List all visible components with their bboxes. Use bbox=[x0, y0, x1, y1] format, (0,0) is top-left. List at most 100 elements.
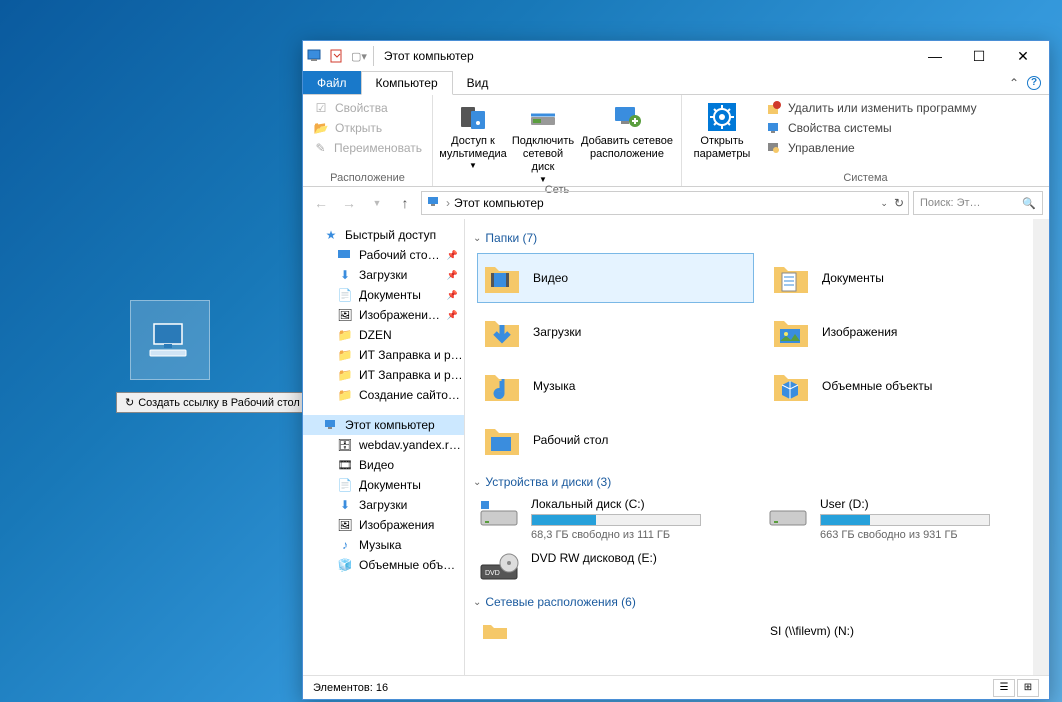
nav-this-pc[interactable]: Этот компьютер bbox=[303, 415, 464, 435]
refresh-icon[interactable]: ↻ bbox=[894, 196, 904, 210]
map-drive-icon bbox=[527, 101, 559, 133]
nav-pictures2[interactable]: 🖼Изображения bbox=[303, 515, 464, 535]
tab-view[interactable]: Вид bbox=[453, 71, 503, 94]
vertical-scrollbar[interactable] bbox=[1033, 219, 1049, 675]
properties-icon: ☑ bbox=[313, 100, 329, 116]
this-pc-icon bbox=[130, 300, 210, 380]
app-icon bbox=[307, 48, 323, 64]
nav-pictures[interactable]: 🖼Изображени…📌 bbox=[303, 305, 464, 325]
drive-dvd-label: DVD RW дисковод (E:) bbox=[531, 551, 754, 565]
open-button[interactable]: 📂Открыть bbox=[311, 119, 424, 137]
folder-downloads[interactable]: Загрузки bbox=[477, 307, 754, 357]
media-icon bbox=[457, 101, 489, 133]
hdd-icon bbox=[477, 497, 521, 531]
nav-video[interactable]: 🎞Видео bbox=[303, 455, 464, 475]
nav-it2[interactable]: 📁ИТ Заправка и р… bbox=[303, 365, 464, 385]
nav-3d[interactable]: 🧊Объемные объ… bbox=[303, 555, 464, 575]
navigation-pane: ★Быстрый доступ Рабочий сто…📌 ⬇Загрузки📌… bbox=[303, 219, 465, 675]
objects3d-folder-icon bbox=[770, 365, 812, 407]
media-access-button[interactable]: Доступ кмультимедиа▼ bbox=[441, 99, 505, 184]
folder-documents[interactable]: Документы bbox=[766, 253, 1043, 303]
nav-quick-access[interactable]: ★Быстрый доступ bbox=[303, 225, 464, 245]
recent-dropdown[interactable]: ▼ bbox=[365, 191, 389, 215]
ribbon-tabs: Файл Компьютер Вид ⌃ ? bbox=[303, 71, 1049, 95]
folder-icon: 📁 bbox=[337, 367, 353, 383]
chevron-down-icon: ⌄ bbox=[473, 597, 481, 608]
sysprops-button[interactable]: Свойства системы bbox=[764, 119, 979, 137]
properties-button[interactable]: ☑Свойства bbox=[311, 99, 424, 117]
folder-icon: 📁 bbox=[337, 347, 353, 363]
ribbon: ☑Свойства 📂Открыть ✎Переименовать Распол… bbox=[303, 95, 1049, 187]
window-title: Этот компьютер bbox=[384, 49, 474, 63]
search-icon: 🔍 bbox=[1022, 197, 1036, 210]
folder-icon: 📁 bbox=[337, 327, 353, 343]
help-icon[interactable]: ? bbox=[1027, 76, 1041, 90]
video-icon: 🎞 bbox=[337, 457, 353, 473]
pictures-icon: 🖼 bbox=[337, 517, 353, 533]
rename-button[interactable]: ✎Переименовать bbox=[311, 139, 424, 157]
rename-icon: ✎ bbox=[313, 140, 328, 156]
nav-downloads[interactable]: ⬇Загрузки📌 bbox=[303, 265, 464, 285]
folder-3d[interactable]: Объемные объекты bbox=[766, 361, 1043, 411]
nav-sites[interactable]: 📁Создание сайто… bbox=[303, 385, 464, 405]
group-netloc[interactable]: ⌄Сетевые расположения (6) bbox=[473, 595, 1043, 609]
pictures-icon: 🖼 bbox=[337, 307, 353, 323]
group-drives[interactable]: ⌄Устройства и диски (3) bbox=[473, 475, 1043, 489]
folder-pictures[interactable]: Изображения bbox=[766, 307, 1043, 357]
up-button[interactable]: ↑ bbox=[393, 191, 417, 215]
downloads-icon: ⬇ bbox=[337, 267, 353, 283]
folder-desktop[interactable]: Рабочий стол bbox=[477, 415, 754, 465]
drive-c[interactable]: Локальный диск (C:)68,3 ГБ свободно из 1… bbox=[477, 497, 754, 541]
sysprops-icon bbox=[766, 120, 782, 136]
nav-dzen[interactable]: 📁DZEN bbox=[303, 325, 464, 345]
settings-icon bbox=[706, 101, 738, 133]
back-button[interactable]: ← bbox=[309, 191, 333, 215]
open-settings-button[interactable]: Открытьпараметры bbox=[690, 99, 754, 161]
nav-desktop[interactable]: Рабочий сто…📌 bbox=[303, 245, 464, 265]
nav-documents2[interactable]: 📄Документы bbox=[303, 475, 464, 495]
uninstall-button[interactable]: Удалить или изменить программу bbox=[764, 99, 979, 117]
maximize-button[interactable]: ☐ bbox=[957, 41, 1001, 71]
drag-tooltip: ↻ Создать ссылку в Рабочий стол bbox=[116, 392, 309, 413]
folder-music[interactable]: Музыка bbox=[477, 361, 754, 411]
minimize-button[interactable]: — bbox=[913, 41, 957, 71]
forward-button[interactable]: → bbox=[337, 191, 361, 215]
pin-icon: 📌 bbox=[447, 250, 458, 261]
nav-downloads2[interactable]: ⬇Загрузки bbox=[303, 495, 464, 515]
map-drive-button[interactable]: Подключитьсетевой диск▼ bbox=[511, 99, 575, 184]
documents-folder-icon bbox=[770, 257, 812, 299]
view-tiles-button[interactable]: ⊞ bbox=[1017, 679, 1039, 697]
folder-video[interactable]: Видео bbox=[477, 253, 754, 303]
video-folder-icon bbox=[481, 257, 523, 299]
netloc-item-1[interactable]: x bbox=[477, 617, 754, 645]
netloc-item-2[interactable]: SI (\\filevm) (N:) bbox=[766, 617, 1043, 645]
tab-file[interactable]: Файл bbox=[303, 71, 361, 94]
add-net-location-button[interactable]: Добавить сетевоерасположение bbox=[581, 99, 673, 184]
address-bar[interactable]: › Этот компьютер ⌄↻ bbox=[421, 191, 909, 215]
view-details-button[interactable]: ☰ bbox=[993, 679, 1015, 697]
nav-webdav[interactable]: 🗄webdav.yandex.r… bbox=[303, 435, 464, 455]
close-button[interactable]: ✕ bbox=[1001, 41, 1045, 71]
qat-new-folder-icon[interactable]: ▢▾ bbox=[351, 50, 367, 63]
nav-music[interactable]: ♪Музыка bbox=[303, 535, 464, 555]
add-netloc-icon bbox=[611, 101, 643, 133]
manage-button[interactable]: Управление bbox=[764, 139, 979, 157]
dvd-icon: DVD bbox=[477, 551, 521, 585]
drive-dvd[interactable]: DVD DVD RW дисковод (E:) bbox=[477, 551, 754, 585]
documents-icon: 📄 bbox=[337, 287, 353, 303]
manage-icon bbox=[766, 140, 782, 156]
drive-c-label: Локальный диск (C:) bbox=[531, 497, 754, 511]
nav-documents[interactable]: 📄Документы📌 bbox=[303, 285, 464, 305]
group-folders[interactable]: ⌄Папки (7) bbox=[473, 231, 1043, 245]
music-folder-icon bbox=[481, 365, 523, 407]
ribbon-collapse-icon[interactable]: ⌃ bbox=[1009, 76, 1019, 90]
statusbar: Элементов: 16 ☰ ⊞ bbox=[303, 675, 1049, 699]
qat-properties-icon[interactable] bbox=[329, 48, 345, 64]
addr-dropdown-icon[interactable]: ⌄ bbox=[880, 198, 888, 209]
search-input[interactable]: Поиск: Эт… 🔍 bbox=[913, 191, 1043, 215]
downloads-folder-icon bbox=[481, 311, 523, 353]
drive-d[interactable]: User (D:)663 ГБ свободно из 931 ГБ bbox=[766, 497, 1043, 541]
breadcrumb-root[interactable]: Этот компьютер bbox=[454, 196, 544, 210]
tab-computer[interactable]: Компьютер bbox=[361, 71, 453, 95]
nav-it1[interactable]: 📁ИТ Заправка и р… bbox=[303, 345, 464, 365]
